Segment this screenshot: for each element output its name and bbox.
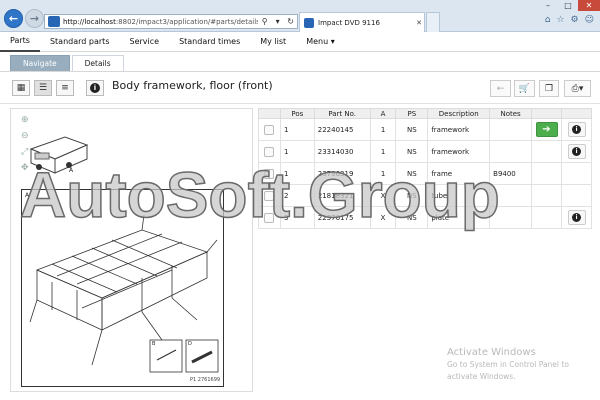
maximize-icon[interactable]: □ <box>558 0 578 11</box>
copy-icon[interactable]: ❐ <box>539 80 559 97</box>
menu-parts[interactable]: Parts <box>0 32 40 52</box>
menu-service[interactable]: Service <box>119 32 169 52</box>
watermark: AutoSoft.Group <box>19 158 500 232</box>
minimize-icon[interactable]: – <box>538 0 558 11</box>
menu-menu-dropdown[interactable]: Menu ▾ <box>296 32 345 52</box>
drawing-reference: P1 2761699 <box>190 377 221 383</box>
dropdown-icon[interactable]: ▾ <box>271 17 284 26</box>
search-icon[interactable]: ⚲ <box>258 17 271 26</box>
zoom-in-icon[interactable]: ⊕ <box>21 115 29 125</box>
info-icon[interactable]: i <box>86 80 104 96</box>
cell-part-no: 22240145 <box>313 118 371 141</box>
arrow-right-icon[interactable]: ➔ <box>535 122 558 137</box>
cart-icon[interactable]: 🛒 <box>514 80 535 97</box>
address-url[interactable]: http://localhost:8802/impact3/applicatio… <box>63 18 258 26</box>
print-icon[interactable]: ⎙▾ <box>564 80 591 97</box>
cell-a: 1 <box>369 118 397 141</box>
activation-notice: Activate Windows Go to System in Control… <box>447 347 569 382</box>
col-a: A <box>369 108 397 119</box>
activation-line2: activate Windows. <box>447 372 516 381</box>
main-menu: Parts Standard parts Service Standard ti… <box>0 32 600 52</box>
info-icon[interactable]: i <box>567 122 586 137</box>
tab-ie-icon <box>304 17 314 28</box>
menu-my-list[interactable]: My list <box>250 32 296 52</box>
col-select <box>258 108 281 119</box>
table-view-icon[interactable]: ≡ <box>56 80 74 96</box>
new-tab-button[interactable] <box>426 12 440 32</box>
cell-pos: 1 <box>279 118 315 141</box>
tab-title: Impact DVD 9116 <box>318 18 380 27</box>
col-notes: Notes <box>489 108 533 119</box>
menu-standard-times[interactable]: Standard times <box>169 32 250 52</box>
back-arrow-icon[interactable]: ← <box>4 9 23 28</box>
back-arrow-button[interactable]: ← <box>490 80 511 97</box>
browser-titlebar: ← → http://localhost:8802/impact3/applic… <box>0 0 600 32</box>
row-checkbox[interactable] <box>264 146 275 157</box>
activation-title: Activate Windows <box>447 347 536 358</box>
row-checkbox[interactable] <box>264 124 275 135</box>
col-description: Description <box>427 108 491 119</box>
activation-line1: Go to System in Control Panel to <box>447 360 569 369</box>
home-icon[interactable]: ⌂ <box>545 15 551 25</box>
cell-description: framework <box>427 118 491 141</box>
refresh-icon[interactable]: ↻ <box>284 17 297 26</box>
col-pos: Pos <box>279 108 315 119</box>
page-title: Body framework, floor (front) <box>112 79 273 92</box>
drawing-panel[interactable]: ⊕ ⊖ ⤢ ✥ A A B D P1 2761699 <box>10 108 253 392</box>
favorites-star-icon[interactable]: ☆ <box>556 15 564 25</box>
tab-details[interactable]: Details <box>71 55 124 71</box>
grid-view-icon[interactable]: ▦ <box>12 80 30 96</box>
close-icon[interactable]: ✕ <box>578 0 600 11</box>
table-header-row: Pos Part No. A PS Description Notes <box>258 108 592 119</box>
col-action <box>531 108 562 119</box>
browser-tab[interactable]: Impact DVD 9116 ✕ <box>299 12 425 32</box>
address-bar[interactable]: http://localhost:8802/impact3/applicatio… <box>44 14 298 29</box>
col-ps: PS <box>395 108 429 119</box>
list-view-icon[interactable]: ☰ <box>34 80 52 96</box>
info-icon[interactable]: i <box>567 144 586 159</box>
col-part-no: Part No. <box>313 108 371 119</box>
forward-arrow-icon[interactable]: → <box>25 9 44 28</box>
address-host: http://localhost <box>62 17 116 26</box>
settings-gear-icon[interactable]: ⚙ <box>571 15 579 25</box>
cell-ps: NS <box>395 118 429 141</box>
table-row[interactable]: 1 22240145 1 NS framework ➔ i <box>258 118 592 141</box>
cell-notes <box>489 118 533 141</box>
sub-tabs: Navigate Details <box>0 52 600 72</box>
drawing-label-d: D <box>188 341 192 347</box>
drawing-label-b: B <box>152 341 156 347</box>
browser-tools: ⌂ ☆ ⚙ ☺ <box>545 15 594 25</box>
tab-navigate[interactable]: Navigate <box>10 55 70 71</box>
smiley-icon[interactable]: ☺ <box>585 15 594 25</box>
address-path: :8802/impact3/application/#parts/details… <box>115 17 259 26</box>
ie-icon <box>48 16 60 27</box>
tab-close-icon[interactable]: ✕ <box>414 19 424 27</box>
menu-standard-parts[interactable]: Standard parts <box>40 32 120 52</box>
col-info <box>561 108 592 119</box>
